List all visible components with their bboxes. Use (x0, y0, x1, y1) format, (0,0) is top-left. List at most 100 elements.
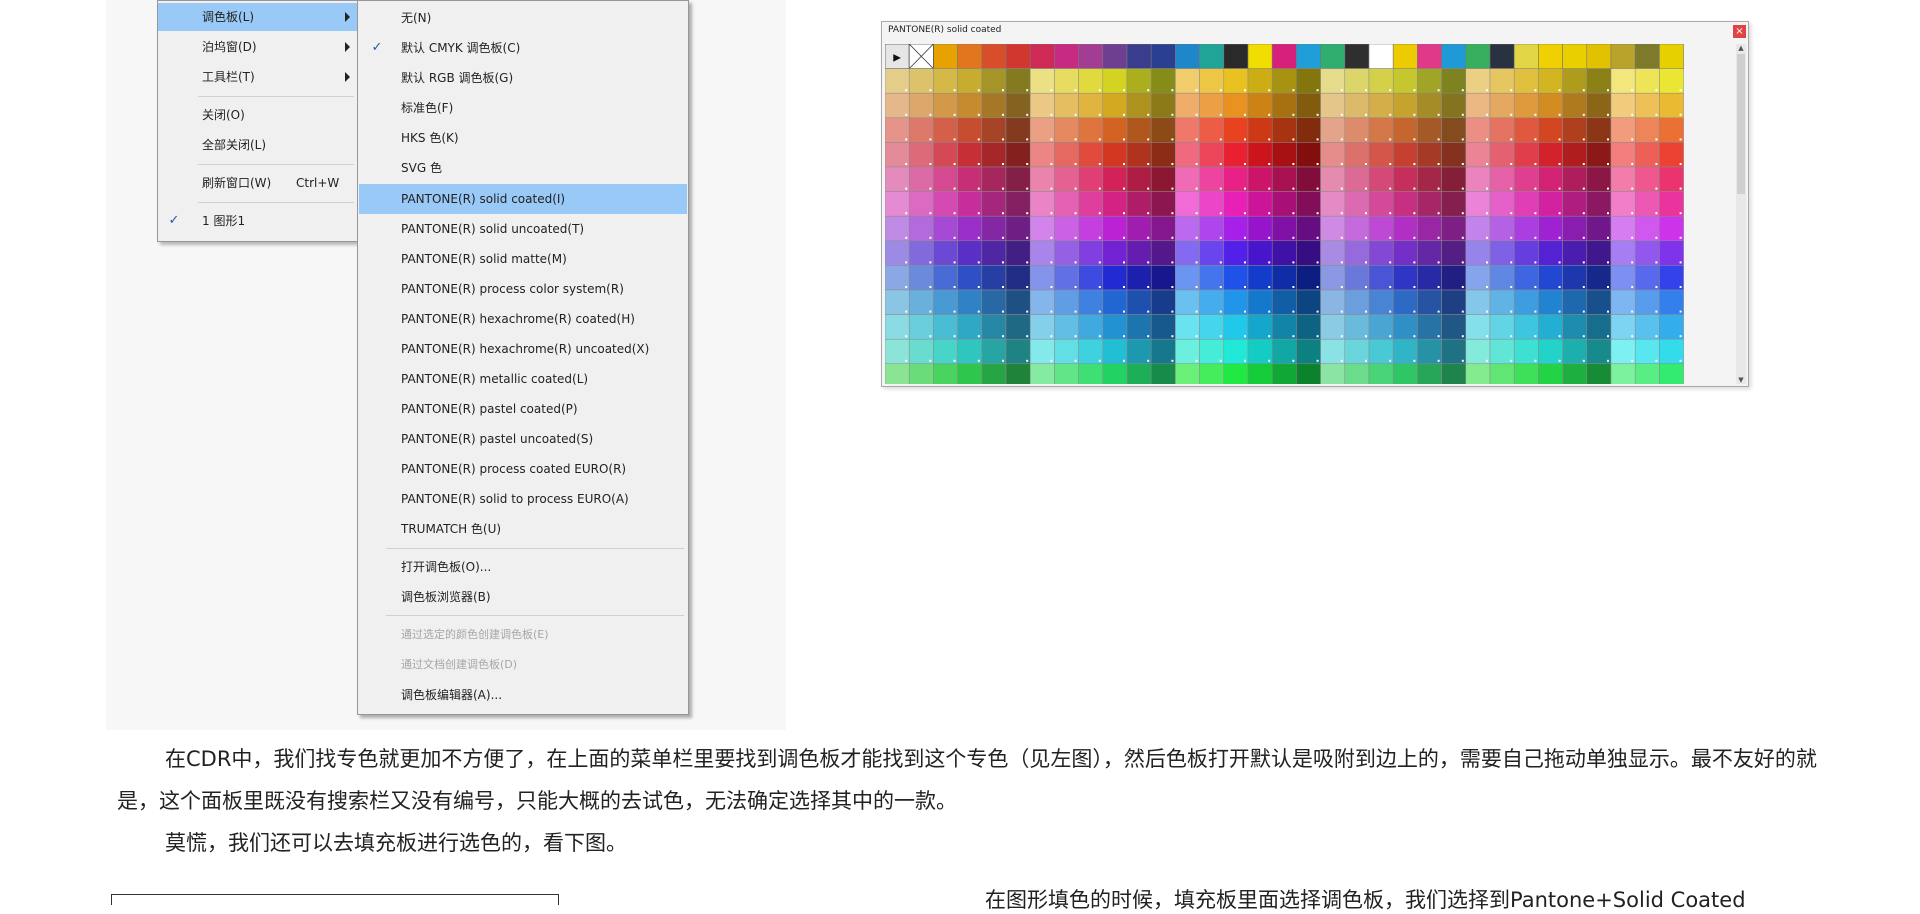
swatch-marker (1171, 113, 1174, 116)
swatch-marker (1074, 138, 1077, 141)
menu-item-close[interactable]: 关闭(O) (158, 101, 358, 129)
swatch-marker (1365, 261, 1367, 264)
color-swatch (1223, 363, 1249, 384)
swatch-marker (1389, 310, 1392, 313)
swatch-marker (1147, 212, 1150, 215)
swatch-marker (1534, 261, 1537, 264)
color-swatch (1296, 363, 1321, 384)
swatch-marker (1486, 236, 1488, 239)
swatch-marker (1655, 89, 1658, 92)
swatch-marker (1026, 359, 1029, 362)
submenu-item-hks[interactable]: HKS 色(K) (359, 123, 687, 153)
submenu-item-standard-colors[interactable]: 标准色(F) (359, 93, 687, 123)
submenu-item-palette-browser[interactable]: 调色板浏览器(B) (359, 582, 687, 612)
swatch-marker (1195, 138, 1198, 141)
swatch-marker (1655, 113, 1658, 116)
swatch-marker (1171, 359, 1174, 362)
shortcut-label: Ctrl+W (296, 176, 340, 190)
submenu-item-pantone-process[interactable]: PANTONE(R) process color system(R) (359, 274, 687, 304)
swatch-marker (1098, 261, 1101, 264)
submenu-item-pantone-pastel-coated[interactable]: PANTONE(R) pastel coated(P) (359, 394, 687, 424)
color-swatch (1199, 44, 1225, 69)
menu-item-close-all[interactable]: 全部关闭(L) (158, 131, 358, 159)
submenu-item-create-from-selection: 通过选定的颜色创建调色板(E) (401, 628, 549, 641)
menu-separator (386, 548, 684, 549)
menu-item-refresh-window[interactable]: 刷新窗口(W) Ctrl+W (158, 169, 358, 197)
swatch-marker (1026, 310, 1029, 313)
submenu-item-palette-editor[interactable]: 调色板编辑器(A)... (359, 680, 687, 710)
pantone-palette-window[interactable]: PANTONE(R) solid coated × ▶ ▲ ▼ (881, 21, 1749, 387)
swatch-marker (1510, 212, 1513, 215)
swatch-marker (953, 286, 956, 288)
swatch-marker (1292, 163, 1295, 165)
swatch-marker (1558, 286, 1561, 288)
color-swatch (885, 363, 910, 384)
color-swatch (1392, 363, 1418, 384)
swatch-marker (1534, 113, 1537, 116)
swatch-marker (1486, 89, 1488, 92)
color-swatch (1005, 363, 1031, 384)
swatch-marker (1026, 236, 1029, 239)
color-swatch (1634, 363, 1660, 384)
swatch-marker (1365, 286, 1367, 288)
submenu-item-pantone-metallic[interactable]: PANTONE(R) metallic coated(L) (359, 364, 687, 394)
submenu-item-pantone-solid-matte[interactable]: PANTONE(R) solid matte(M) (359, 244, 687, 274)
submenu-item-pantone-solid-to-process[interactable]: PANTONE(R) solid to process EURO(A) (359, 484, 687, 514)
swatch-marker (1631, 187, 1634, 190)
submenu-item-pantone-solid-uncoated[interactable]: PANTONE(R) solid uncoated(T) (359, 214, 687, 244)
swatch-marker (1558, 89, 1561, 92)
color-swatch-grid[interactable]: ▶ (885, 44, 1732, 384)
swatch-marker (1268, 212, 1271, 215)
swatch-marker (1510, 236, 1513, 239)
swatch-marker (1147, 359, 1150, 362)
swatch-marker (1679, 89, 1682, 92)
swatch-marker (1123, 310, 1125, 313)
swatch-marker (1365, 138, 1367, 141)
menu-item-toolbars[interactable]: 工具栏(T) (158, 63, 358, 91)
swatch-marker (929, 187, 932, 190)
menu-item-dockers[interactable]: 泊坞窗(D) (158, 33, 358, 61)
swatch-marker (1123, 335, 1125, 338)
swatch-marker (1607, 286, 1609, 288)
swatch-marker (1123, 236, 1125, 239)
swatch-marker (1631, 89, 1634, 92)
swatch-marker (1655, 236, 1658, 239)
menu-item-document-1[interactable]: ✓ 1 图形1 (158, 207, 358, 235)
submenu-item-trumatch[interactable]: TRUMATCH 色(U) (359, 514, 687, 544)
swatch-marker (953, 359, 956, 362)
swatch-marker (1461, 261, 1464, 264)
submenu-item-default-rgb[interactable]: 默认 RGB 调色板(G) (359, 63, 687, 93)
submenu-item-default-cmyk[interactable]: ✓ 默认 CMYK 调色板(C) (359, 33, 687, 63)
swatch-marker (1219, 212, 1222, 215)
swatch-marker (1486, 310, 1488, 313)
swatch-marker (1098, 286, 1101, 288)
swatch-marker (1582, 138, 1585, 141)
submenu-item-pantone-solid-coated[interactable]: PANTONE(R) solid coated(I) (359, 184, 687, 214)
swatch-marker (1365, 113, 1367, 116)
swatch-marker (1268, 261, 1271, 264)
menu-item-palette[interactable]: 调色板(L) (158, 3, 358, 31)
swatch-marker (1413, 261, 1416, 264)
scroll-up-icon[interactable]: ▲ (1736, 44, 1746, 52)
swatch-marker (1268, 359, 1271, 362)
swatch-marker (1607, 113, 1609, 116)
swatch-marker (1607, 261, 1609, 264)
submenu-item-svg[interactable]: SVG 色 (359, 153, 687, 183)
swatch-marker (1050, 286, 1053, 288)
swatch-marker (1074, 212, 1077, 215)
vertical-scrollbar[interactable]: ▲ ▼ (1736, 44, 1746, 384)
swatch-marker (1123, 89, 1125, 92)
submenu-item-pantone-hexachrome-uncoated[interactable]: PANTONE(R) hexachrome(R) uncoated(X) (359, 334, 687, 364)
submenu-item-pantone-pastel-uncoated[interactable]: PANTONE(R) pastel uncoated(S) (359, 424, 687, 454)
submenu-item-open-palette[interactable]: 打开调色板(O)... (359, 552, 687, 582)
submenu-item-none[interactable]: 无(N) (359, 3, 687, 33)
scrollbar-thumb[interactable] (1737, 54, 1745, 194)
color-swatch (1271, 44, 1297, 69)
menu-separator (386, 615, 684, 616)
submenu-item-pantone-process-euro[interactable]: PANTONE(R) process coated EURO(R) (359, 454, 687, 484)
close-icon[interactable]: × (1733, 25, 1746, 38)
swatch-marker (1558, 310, 1561, 313)
swatch-marker (1510, 286, 1513, 288)
scroll-down-icon[interactable]: ▼ (1736, 376, 1746, 384)
submenu-item-pantone-hexachrome-coated[interactable]: PANTONE(R) hexachrome(R) coated(H) (359, 304, 687, 334)
